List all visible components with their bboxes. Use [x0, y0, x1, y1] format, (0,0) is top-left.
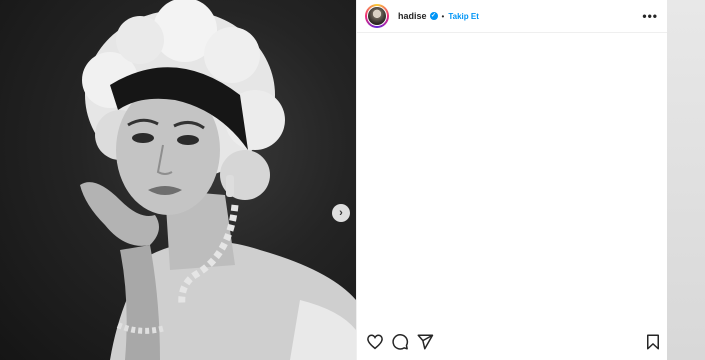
avatar-story-ring[interactable]: [365, 4, 389, 28]
post-header: hadise ✓ • Takip Et •••: [357, 0, 668, 33]
more-dots-icon[interactable]: •••: [642, 9, 658, 23]
verified-badge-icon: ✓: [429, 12, 438, 20]
comment-icon[interactable]: [391, 333, 409, 351]
username-link[interactable]: hadise: [398, 11, 427, 21]
send-icon[interactable]: [416, 333, 434, 351]
portrait-illustration: [80, 0, 356, 360]
background-strip: [667, 0, 705, 360]
carousel-next-button[interactable]: ›: [332, 204, 350, 222]
heart-icon[interactable]: [366, 333, 384, 351]
instagram-post-window: › hadise ✓ • Takip Et •••: [0, 0, 705, 360]
post-photo[interactable]: ›: [0, 0, 356, 360]
chevron-right-icon: ›: [339, 207, 343, 219]
post-details-panel: hadise ✓ • Takip Et •••: [356, 0, 668, 360]
post-actions-bar: [357, 333, 668, 355]
bookmark-icon[interactable]: [644, 333, 662, 351]
avatar-inner: [367, 6, 387, 26]
separator-dot: •: [441, 11, 445, 21]
avatar: [368, 7, 386, 25]
follow-button[interactable]: Takip Et: [448, 12, 479, 21]
